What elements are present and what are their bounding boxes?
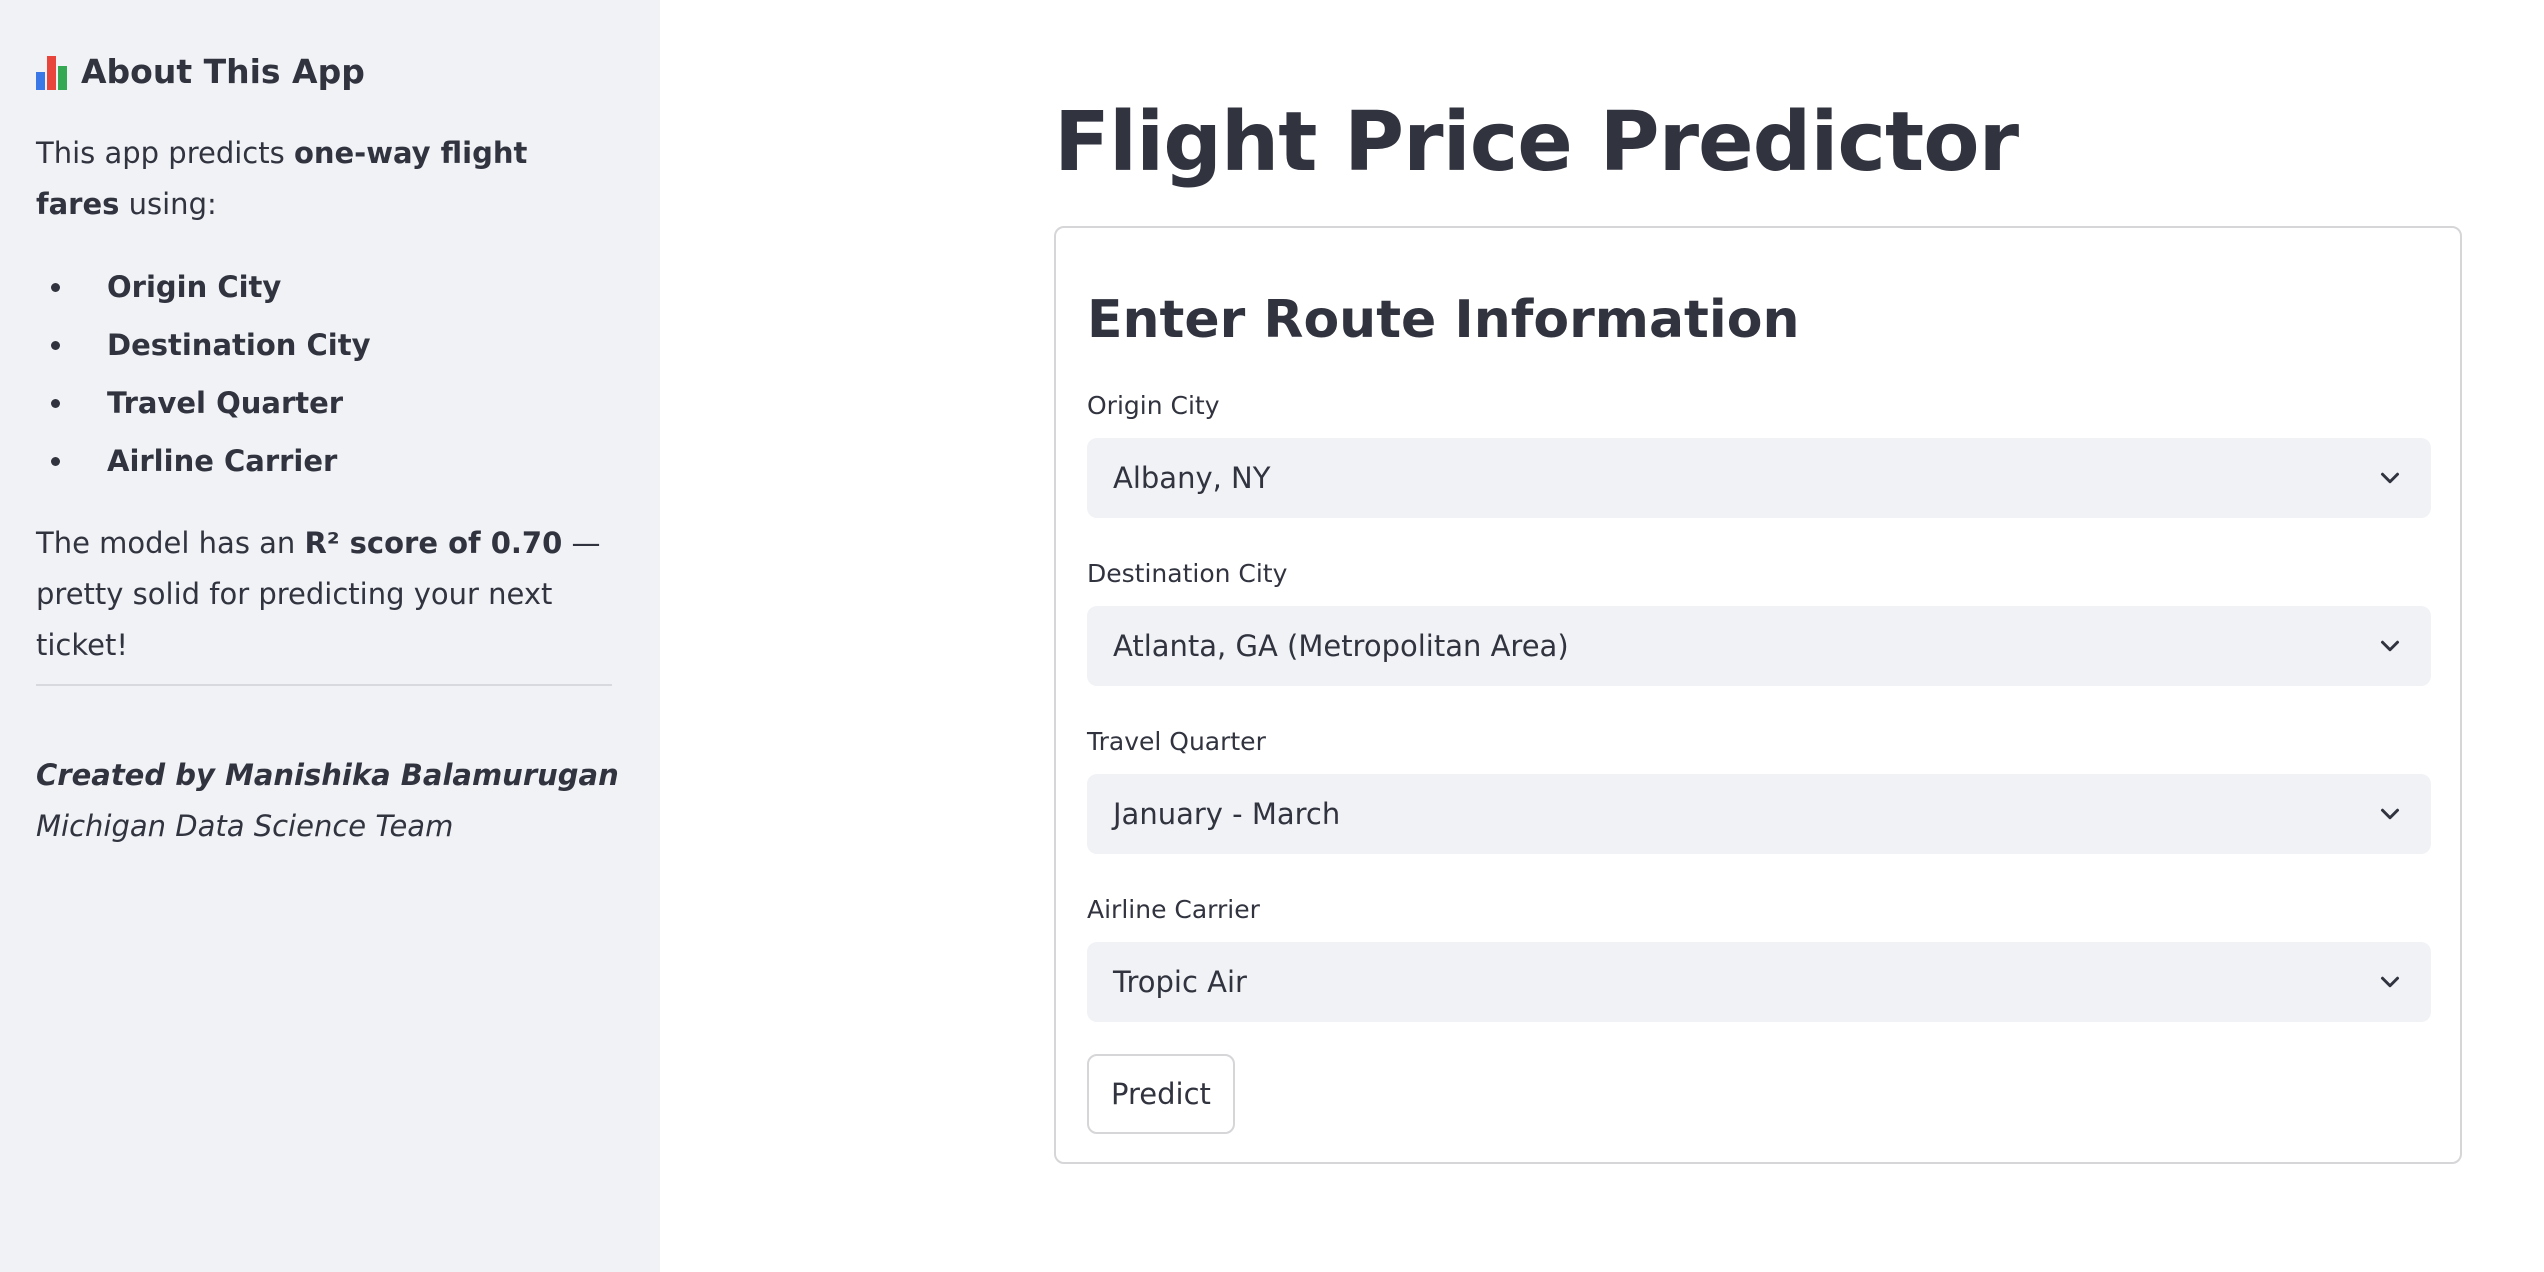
origin-city-select[interactable]: Albany, NY	[1087, 438, 2431, 518]
bullet-icon	[51, 456, 60, 466]
bullet-icon	[51, 282, 60, 292]
predict-button[interactable]: Predict	[1087, 1054, 1235, 1134]
destination-city-select[interactable]: Atlanta, GA (Metropolitan Area)	[1087, 606, 2431, 686]
divider	[36, 684, 612, 686]
author-credit: Created by Manishika Balamurugan	[36, 758, 619, 792]
sidebar-intro: This app predicts one-way flight fares u…	[36, 128, 616, 230]
sidebar: About This App This app predicts one-way…	[0, 0, 660, 1272]
list-item: Airline Carrier	[36, 432, 370, 490]
destination-city-label: Destination City	[1087, 559, 1288, 588]
destination-city-value: Atlanta, GA (Metropolitan Area)	[1113, 629, 1569, 663]
airline-carrier-select[interactable]: Tropic Air	[1087, 942, 2431, 1022]
chevron-down-icon	[2381, 976, 2399, 988]
chevron-down-icon	[2381, 808, 2399, 820]
model-score-text: The model has an R² score of 0.70 — pret…	[36, 518, 626, 671]
chevron-down-icon	[2381, 640, 2399, 652]
page-title: Flight Price Predictor	[1054, 95, 2019, 190]
list-item: Destination City	[36, 316, 370, 374]
feature-label: Travel Quarter	[107, 386, 344, 420]
feature-label: Origin City	[107, 270, 282, 304]
team-credit: Michigan Data Science Team	[36, 809, 454, 843]
model-text: The model has an	[36, 526, 305, 560]
bullet-icon	[51, 398, 60, 408]
form-heading: Enter Route Information	[1087, 290, 1800, 350]
feature-list: Origin City Destination City Travel Quar…	[36, 258, 370, 490]
bullet-icon	[51, 340, 60, 350]
sidebar-title: About This App	[36, 48, 365, 96]
feature-label: Destination City	[107, 328, 371, 362]
travel-quarter-select[interactable]: January - March	[1087, 774, 2431, 854]
travel-quarter-value: January - March	[1113, 797, 1341, 831]
airline-carrier-value: Tropic Air	[1113, 965, 1247, 999]
intro-text: This app predicts	[36, 136, 294, 170]
bar-chart-icon	[36, 54, 72, 90]
credits: Created by Manishika Balamurugan Michiga…	[36, 750, 619, 852]
feature-label: Airline Carrier	[107, 444, 338, 478]
origin-city-label: Origin City	[1087, 391, 1220, 420]
model-score-bold: R² score of 0.70	[304, 526, 563, 560]
list-item: Origin City	[36, 258, 370, 316]
chevron-down-icon	[2381, 472, 2399, 484]
intro-suffix-text: using:	[119, 187, 217, 221]
airline-carrier-label: Airline Carrier	[1087, 895, 1260, 924]
list-item: Travel Quarter	[36, 374, 370, 432]
origin-city-value: Albany, NY	[1113, 461, 1271, 495]
sidebar-title-text: About This App	[81, 52, 365, 91]
route-form: Enter Route Information Origin City Alba…	[1054, 226, 2462, 1164]
travel-quarter-label: Travel Quarter	[1087, 727, 1266, 756]
